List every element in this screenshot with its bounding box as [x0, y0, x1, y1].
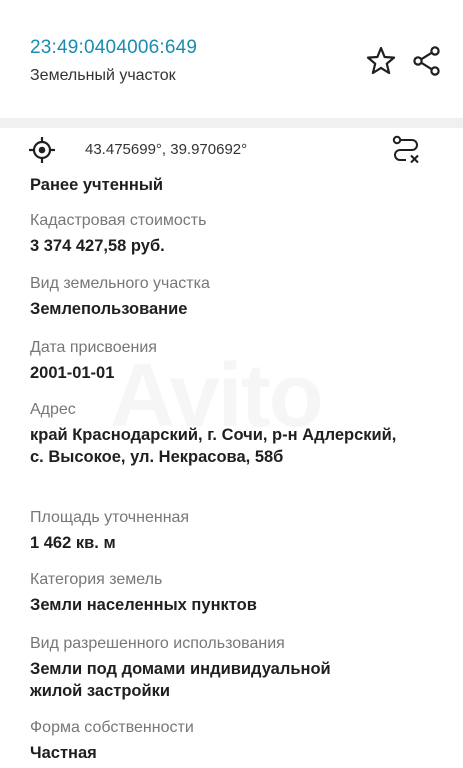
land-kind-value: Землепользование	[30, 300, 188, 318]
object-type: Земельный участок	[30, 67, 176, 84]
date-value: 2001-01-01	[30, 364, 115, 382]
ownership-value: Частная	[30, 744, 97, 762]
category-label: Категория земель	[30, 571, 163, 588]
ownership-label: Форма собственности	[30, 719, 194, 736]
cost-label: Кадастровая стоимость	[30, 212, 207, 229]
status-value: Ранее учтенный	[30, 176, 164, 194]
share-icon	[413, 46, 440, 76]
usage-label: Вид разрешенного использования	[30, 635, 285, 652]
favorite-button[interactable]	[365, 45, 397, 77]
area-label: Площадь уточненная	[30, 509, 190, 526]
route-button[interactable]	[390, 134, 422, 166]
route-icon	[392, 135, 419, 164]
cadastral-number[interactable]: 23:49:0404006:649	[30, 37, 197, 59]
share-button[interactable]	[411, 45, 443, 77]
locate-button[interactable]	[28, 136, 56, 164]
section-divider	[0, 118, 463, 128]
address-label: Адрес	[30, 401, 76, 418]
cost-value: 3 374 427,58 руб.	[30, 237, 165, 255]
usage-value: Земли под домами индивидуальной жилой за…	[30, 660, 331, 700]
address-value: край Краснодарский, г. Сочи, р-н Адлерск…	[30, 426, 397, 466]
coordinates-bar: 43.475699°, 39.970692°	[0, 128, 463, 174]
coordinates-text[interactable]: 43.475699°, 39.970692°	[85, 141, 247, 158]
date-label: Дата присвоения	[30, 339, 157, 356]
category-value: Земли населенных пунктов	[30, 596, 257, 614]
area-value: 1 462 кв. м	[30, 534, 116, 552]
land-kind-label: Вид земельного участка	[30, 275, 210, 292]
object-header: 23:49:0404006:649 Земельный участок	[0, 0, 463, 118]
star-icon	[366, 46, 396, 75]
crosshair-icon	[29, 137, 55, 163]
